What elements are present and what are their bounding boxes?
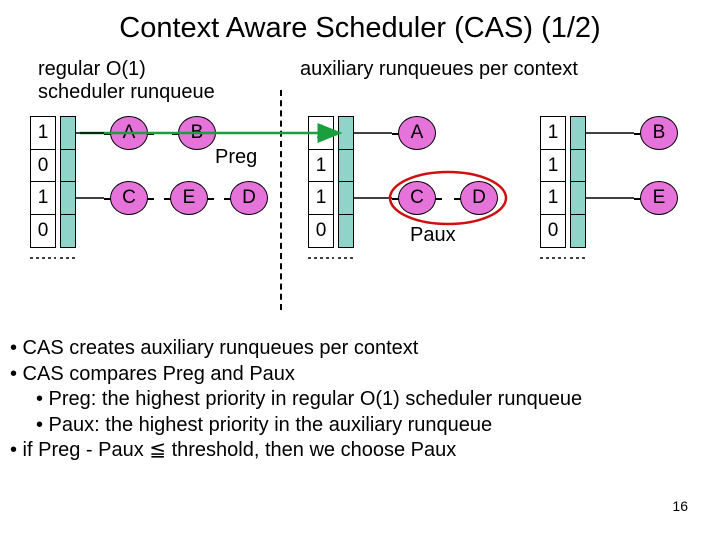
label-aux-runqueues: auxiliary runqueues per context <box>300 58 578 81</box>
process-node-C-aux: C <box>398 181 436 215</box>
bit-cell: 0 <box>540 214 566 248</box>
slot-cell <box>338 116 354 150</box>
process-node-E: E <box>170 181 208 215</box>
slot-cell <box>60 181 76 215</box>
bit-cell: 1 <box>540 116 566 150</box>
label-preg: Preg <box>215 146 257 169</box>
label-paux: Paux <box>410 224 456 247</box>
bit-cell: 1 <box>30 116 56 150</box>
process-node-A: A <box>110 116 148 150</box>
process-node-D-aux: D <box>460 181 498 215</box>
bullet-line: • CAS compares Preg and Paux <box>10 363 295 385</box>
regular-slots <box>60 116 76 248</box>
slot-cell <box>60 214 76 248</box>
slot-cell <box>570 181 586 215</box>
bit-cell: 1 <box>308 149 334 183</box>
slot-cell <box>338 214 354 248</box>
process-node-D: D <box>230 181 268 215</box>
bullet-line: • CAS creates auxiliary runqueues per co… <box>10 337 418 359</box>
bit-cell: 1 <box>540 181 566 215</box>
bullet-line: • Preg: the highest priority in regular … <box>10 387 582 413</box>
process-node-C: C <box>110 181 148 215</box>
aux1-bitmap: 1 1 1 0 <box>308 116 334 248</box>
bit-cell: 1 <box>30 181 56 215</box>
process-node-E-aux: E <box>640 181 678 215</box>
bullet-line: • if Preg - Paux ≦ threshold, then we ch… <box>10 439 456 461</box>
slot-cell <box>570 116 586 150</box>
aux2-bitmap: 1 1 1 0 <box>540 116 566 248</box>
slot-cell <box>570 149 586 183</box>
diagram-area: 1 0 1 0 A B C E D Preg 1 1 1 0 <box>0 108 720 318</box>
aux1-slots <box>338 116 354 248</box>
slot-cell <box>338 149 354 183</box>
process-node-B: B <box>178 116 216 150</box>
slot-cell <box>60 149 76 183</box>
process-node-A-aux: A <box>398 116 436 150</box>
bit-cell: 1 <box>308 181 334 215</box>
page-number: 16 <box>672 498 688 514</box>
slot-cell <box>570 214 586 248</box>
process-node-B-aux: B <box>640 116 678 150</box>
page-title: Context Aware Scheduler (CAS) (1/2) <box>0 0 720 49</box>
bit-cell: 0 <box>30 214 56 248</box>
label-regular-runqueue: regular O(1) scheduler runqueue <box>38 58 215 104</box>
bit-cell: 1 <box>540 149 566 183</box>
bit-cell: 0 <box>308 214 334 248</box>
regular-bitmap: 1 0 1 0 <box>30 116 56 248</box>
bit-cell: 0 <box>30 149 56 183</box>
slot-cell <box>60 116 76 150</box>
aux2-slots <box>570 116 586 248</box>
bit-cell: 1 <box>308 116 334 150</box>
bullet-line: • Paux: the highest priority in the auxi… <box>10 413 582 439</box>
slot-cell <box>338 181 354 215</box>
bullet-list: • CAS creates auxiliary runqueues per co… <box>10 336 582 464</box>
